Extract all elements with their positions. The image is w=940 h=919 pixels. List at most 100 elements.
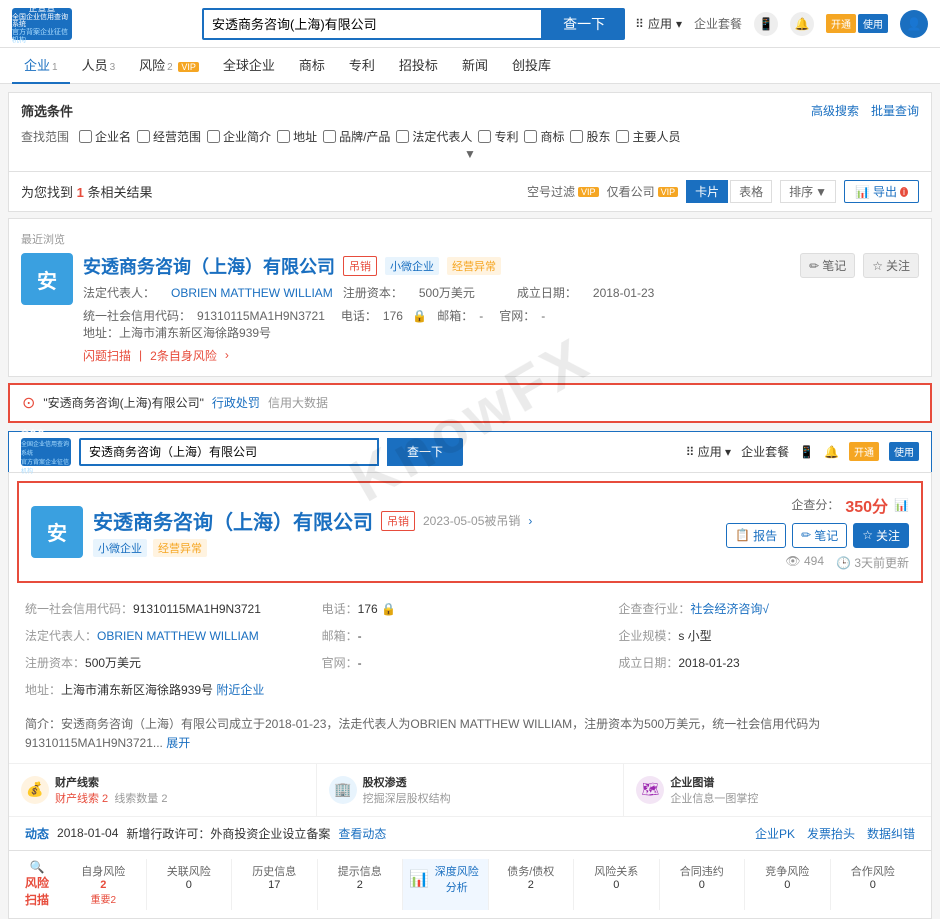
company-name[interactable]: 安透商务咨询（上海）有限公司 — [83, 253, 335, 279]
equity-text: 股权渗透 挖掘深层股权结构 — [363, 774, 451, 806]
detail-name-row: 安透商务咨询（上海）有限公司 吊销 2023-05-05被吊销 › — [93, 506, 532, 535]
company-card-top: 安 安透商务咨询（上海）有限公司 吊销 小微企业 经营异常 法定代表人：OBRI… — [21, 253, 919, 364]
detail-company-header: 安 安透商务咨询（上海）有限公司 吊销 2023-05-05被吊销 › 小微企业… — [17, 481, 923, 583]
detail-cancelled-link[interactable]: › — [528, 514, 532, 528]
tab-bidding[interactable]: 招投标 — [387, 48, 450, 84]
tab-trademark[interactable]: 商标 — [287, 48, 337, 84]
tab-investment[interactable]: 创投库 — [500, 48, 563, 84]
risk-scan-label[interactable]: 闪题扫描 — [83, 347, 131, 364]
second-app-btn[interactable]: ⠿ 应用 ▾ — [686, 443, 731, 460]
detail-follow-btn[interactable]: ☆ 关注 — [853, 523, 909, 548]
second-search-button[interactable]: 查一下 — [387, 438, 463, 466]
results-count: 为您找到 1 条相关结果 — [21, 182, 153, 201]
filter-business-scope[interactable]: 经营范围 — [137, 128, 201, 145]
feature-enterprise-map[interactable]: 🗺 企业图谱 企业信息一图掌控 — [624, 764, 931, 816]
tab-global[interactable]: 全球企业 — [211, 48, 287, 84]
enterprise-pk-btn[interactable]: 企业PK — [755, 825, 795, 842]
filter-brand-product[interactable]: 品牌/产品 — [323, 128, 390, 145]
nearby-companies-link[interactable]: 附近企业 — [216, 683, 264, 697]
second-vip-btn[interactable]: 企业套餐 — [741, 443, 789, 460]
app-button[interactable]: ⠿ 应用 ▾ — [635, 15, 682, 32]
risk-item-debt[interactable]: 债务/债权 2 — [489, 859, 575, 910]
avatar[interactable]: 👤 — [900, 10, 928, 38]
risk-scan-btn[interactable]: 🔍 风险 扫描 — [25, 860, 49, 908]
info-phone: 电话：176 🔒 — [322, 595, 619, 622]
second-logo: 企查查 全国企业信用查询系统 官方背案企业征信机构 — [21, 438, 71, 466]
filter-key-person[interactable]: 主要人员 — [616, 128, 680, 145]
bell-icon[interactable]: 🔔 — [790, 12, 814, 36]
filter-patent[interactable]: 专利 — [478, 128, 518, 145]
filter-address[interactable]: 地址 — [277, 128, 317, 145]
report-btn[interactable]: 📋 报告 — [726, 523, 786, 548]
phone-icon[interactable]: 📱 — [754, 12, 778, 36]
detail-cancelled-date: 2023-05-05被吊销 — [423, 512, 520, 529]
filter-trademark[interactable]: 商标 — [524, 128, 564, 145]
filter-title: 筛选条件 — [21, 101, 73, 120]
tab-person[interactable]: 人员3 — [70, 48, 128, 84]
filter-company-intro[interactable]: 企业简介 — [207, 128, 271, 145]
info-unified-code: 统一社会信用代码：91310115MA1H9N3721 — [25, 595, 322, 622]
risk-item-tips[interactable]: 提示信息 2 — [318, 859, 404, 910]
tab-news[interactable]: 新闻 — [450, 48, 500, 84]
second-use-btn[interactable]: 使用 — [889, 442, 919, 461]
filter-legal-rep[interactable]: 法定代表人 — [396, 128, 472, 145]
risk-item-competition[interactable]: 竞争风险 0 — [745, 859, 831, 910]
info-capital: 注册资本：500万美元 — [25, 649, 322, 676]
feature-property-clues[interactable]: 💰 财产线索 财产线索 2 线索数量 2 — [9, 764, 317, 816]
summary-expand-link[interactable]: 展开 — [166, 736, 190, 750]
card-view-btn[interactable]: 卡片 — [686, 180, 728, 203]
risk-item-related[interactable]: 关联风险 0 — [147, 859, 233, 910]
follow-btn[interactable]: ☆ 关注 — [863, 253, 919, 278]
only-company-btn[interactable]: 仅看公司 VIP — [607, 183, 679, 200]
established-info: 成立日期：2018-01-23 — [510, 286, 670, 300]
risk-count[interactable]: 2条自身风险 — [150, 347, 217, 364]
legal-person-label: 法定代表人： — [83, 286, 155, 300]
dynamic-label: 动态 — [25, 825, 49, 842]
filter-shareholder[interactable]: 股东 — [570, 128, 610, 145]
risk-item-relationship[interactable]: 风险关系 0 — [574, 859, 660, 910]
second-search-input[interactable] — [79, 438, 379, 466]
search-input[interactable] — [202, 8, 543, 40]
risk-item-history[interactable]: 历史信息 17 — [232, 859, 318, 910]
table-view-btn[interactable]: 表格 — [730, 180, 772, 203]
tab-company[interactable]: 企业1 — [12, 48, 70, 84]
alert-icon: ⊙ — [22, 393, 35, 413]
tab-risk[interactable]: 风险2 VIP — [127, 48, 211, 84]
invoice-btn[interactable]: 发票抬头 — [807, 825, 855, 842]
tab-patent[interactable]: 专利 — [337, 48, 387, 84]
score-trend-icon: 📊 — [894, 498, 909, 512]
detail-company-name[interactable]: 安透商务咨询（上海）有限公司 — [93, 506, 373, 535]
data-dispute-btn[interactable]: 数据纠错 — [867, 825, 915, 842]
risk-item-analysis[interactable]: 📊 深度风险分析 — [403, 859, 489, 910]
search-button[interactable]: 查一下 — [543, 8, 625, 40]
risk-item-contract[interactable]: 合同违约 0 — [660, 859, 746, 910]
empty-filter-btn[interactable]: 空号过滤 VIP — [527, 183, 599, 200]
dynamic-link[interactable]: 查看动态 — [338, 825, 386, 842]
second-open-btn[interactable]: 开通 — [849, 442, 879, 461]
filter-company-name[interactable]: 企业名 — [79, 128, 131, 145]
note-btn[interactable]: ✏ 笔记 — [800, 253, 855, 278]
detail-status-tag: 吊销 — [381, 511, 415, 531]
batch-query-link[interactable]: 批量查询 — [871, 102, 919, 119]
second-phone-icon[interactable]: 📱 — [799, 445, 814, 459]
export-btn[interactable]: 📊 导出 i — [844, 180, 919, 203]
risk-item-self[interactable]: 自身风险 2 重要2 — [61, 859, 147, 910]
advanced-search-link[interactable]: 高级搜索 — [811, 102, 859, 119]
tag-small-company: 小微企业 — [385, 257, 439, 275]
sort-btn[interactable]: 排序 ▼ — [780, 180, 836, 203]
detail-tag-small: 小微企业 — [93, 539, 147, 557]
update-time: 🕒 3天前更新 — [836, 554, 909, 571]
risk-item-cooperation[interactable]: 合作风险 0 — [831, 859, 916, 910]
detail-note-btn[interactable]: ✏ 笔记 — [792, 523, 847, 548]
second-bell-icon[interactable]: 🔔 — [824, 445, 839, 459]
filter-more-btn[interactable]: ▼ — [21, 145, 919, 163]
alert-extra: 信用大数据 — [268, 394, 328, 411]
alert-type[interactable]: 行政处罚 — [212, 394, 260, 411]
open-vip-btn[interactable]: 开通 使用 — [826, 14, 888, 33]
feature-equity-penetration[interactable]: 🏢 股权渗透 挖掘深层股权结构 — [317, 764, 625, 816]
company-meta: 法定代表人：OBRIEN MATTHEW WILLIAM 注册资本：500万美元… — [83, 283, 790, 305]
export-badge: i — [900, 187, 908, 197]
enterprise-package[interactable]: 企业套餐 — [694, 15, 742, 32]
legal-person-link[interactable]: OBRIEN MATTHEW WILLIAM — [171, 286, 333, 300]
results-toolbar: 空号过滤 VIP 仅看公司 VIP 卡片 表格 排序 ▼ 📊 导出 i — [527, 180, 919, 203]
